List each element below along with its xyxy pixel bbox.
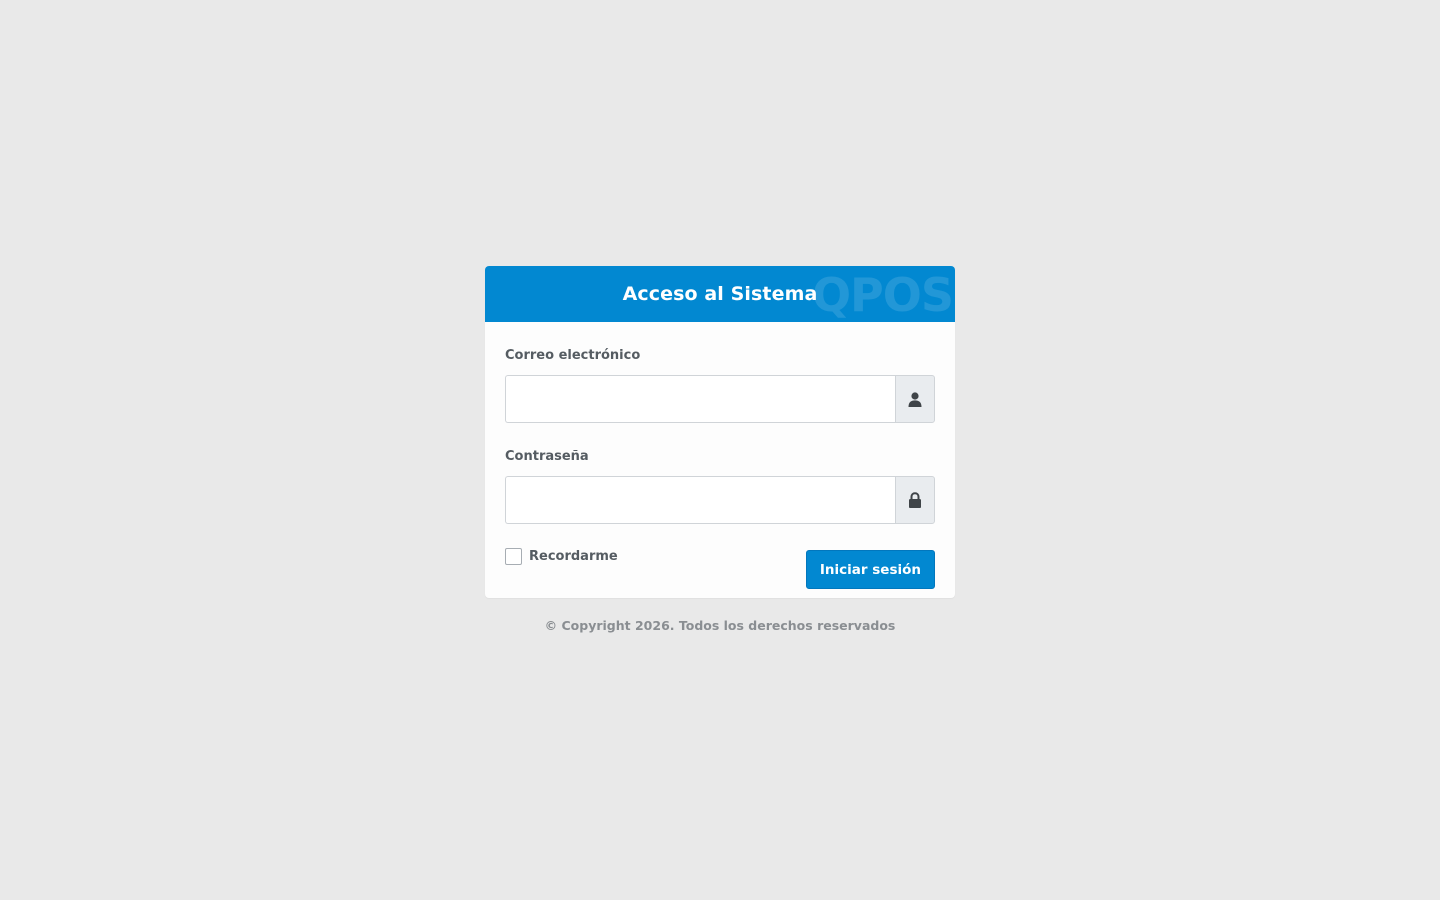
login-form: Correo electrónico Contraseña Recordarme… xyxy=(485,322,955,598)
email-addon xyxy=(895,375,935,423)
copyright-footer: © Copyright 2026. Todos los derechos res… xyxy=(544,618,896,633)
email-label: Correo electrónico xyxy=(505,348,641,363)
email-field[interactable] xyxy=(505,375,895,423)
remember-checkbox[interactable] xyxy=(505,548,522,565)
qpos-logo-watermark: QPOS xyxy=(811,268,954,322)
password-label: Contraseña xyxy=(505,449,589,464)
login-card: Acceso al Sistema QPOS Correo electrónic… xyxy=(485,266,955,598)
form-actions: Recordarme Iniciar sesión xyxy=(505,548,935,589)
user-icon xyxy=(908,391,922,407)
password-field[interactable] xyxy=(505,476,895,524)
password-addon xyxy=(895,476,935,524)
login-header: Acceso al Sistema QPOS xyxy=(485,266,955,322)
remember-label: Recordarme xyxy=(529,549,618,564)
remember-me[interactable]: Recordarme xyxy=(505,548,618,565)
page-title: Acceso al Sistema xyxy=(622,283,818,305)
password-input-group xyxy=(505,476,935,524)
login-button[interactable]: Iniciar sesión xyxy=(805,550,935,589)
lock-icon xyxy=(909,492,921,508)
email-input-group xyxy=(505,375,935,423)
